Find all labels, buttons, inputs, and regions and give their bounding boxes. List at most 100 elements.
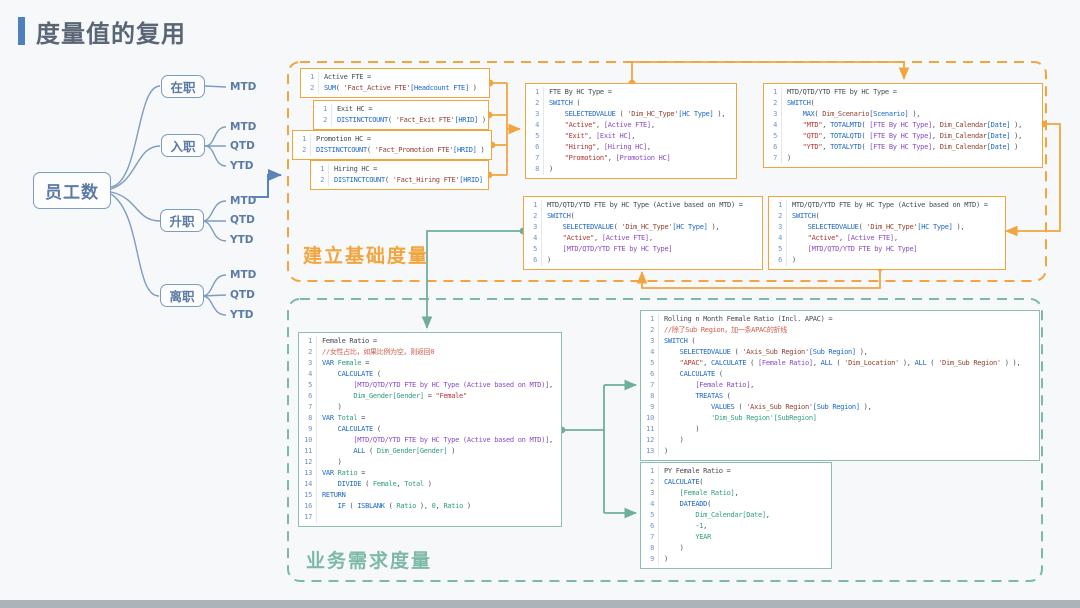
code-block-hiring-hc: 1Hiring HC =2DISTINCTCOUNT( 'Fact_Hiring… [310, 160, 489, 190]
code-line: 3VAR Female = [301, 358, 557, 369]
leaf-qtd: QTD [230, 289, 255, 301]
code-line: 4 "Active", [Active FTE], [528, 120, 732, 131]
code-line: 1Female Ratio = [301, 336, 557, 347]
code-line: 15RETURN [301, 490, 557, 501]
mindmap-branch-hiring: 入职 [161, 134, 205, 157]
code-line: 1FTE By HC Type = [528, 87, 732, 98]
code-line: 1MTD/QTD/YTD FTE by HC Type (Active base… [526, 200, 758, 211]
bottom-edge-bar [0, 600, 1080, 608]
mindmap-branch-exit: 离职 [160, 284, 204, 307]
code-line: 1Hiring HC = [313, 164, 484, 175]
code-line: 2//女性占比，如果比例为空，则返回0 [301, 347, 557, 358]
code-line: 5 "QTD", TOTALQTD( [FTE By HC Type], Dim… [766, 131, 1038, 142]
code-block-active-fte: 1Active FTE =2SUM( 'Fact_Active FTE'[Hea… [300, 68, 490, 98]
code-line: 2SWITCH( [526, 211, 758, 222]
code-block-fte-by-hc-type: 1FTE By HC Type =2SWITCH (3 SELECTEDVALU… [525, 83, 737, 179]
code-line: 8VAR Total = [301, 413, 557, 424]
code-line: 7 [Female Ratio], [643, 380, 1035, 391]
code-line: 1MTD/QTD/YTD FTE by HC Type (Active base… [771, 200, 1001, 211]
code-line: 3 SELECTEDVALUE ( 'Dim_HC_Type'[HC Type]… [528, 109, 732, 120]
code-line: 4 "Active", [Active FTE], [771, 233, 1001, 244]
code-line: 11 ) [643, 424, 1035, 435]
code-line: 8 ) [643, 543, 827, 554]
code-block-active-based-mtd-right: 1MTD/QTD/YTD FTE by HC Type (Active base… [768, 196, 1006, 270]
code-line: 6) [771, 255, 1001, 266]
code-line: 9) [643, 554, 827, 565]
code-line: 4 CALCULATE ( [301, 369, 557, 380]
code-line: 13VAR Ratio = [301, 468, 557, 479]
code-block-female-ratio: 1Female Ratio =2//女性占比，如果比例为空，则返回03VAR F… [298, 332, 562, 527]
code-line: 5 "Exit", [Exit HC], [528, 131, 732, 142]
code-line: 6) [526, 255, 758, 266]
code-line: 2CALCULATE( [643, 477, 827, 488]
code-line: 4 "MTD", TOTALMTD( [FTE By HC Type], Dim… [766, 120, 1038, 131]
leaf-ytd: YTD [230, 160, 253, 172]
code-line: 9 CALCULATE ( [301, 424, 557, 435]
code-line: 4 SELECTEDVALUE ( 'Axis_Sub Region'[Sub … [643, 347, 1035, 358]
code-line: 6 Dim_Gender[Gender] = "Female" [301, 391, 557, 402]
code-block-active-based-mtd-left: 1MTD/QTD/YTD FTE by HC Type (Active base… [523, 196, 763, 270]
code-line: 5 [MTD/QTD/YTD FTE by HC Type (Active ba… [301, 380, 557, 391]
code-line: 3 SELECTEDVALUE( 'Dim_HC_Type'[HC Type] … [771, 222, 1001, 233]
code-line: 5 [MTD/QTD/YTD FTE by HC Type] [771, 244, 1001, 255]
group-label-base-measures: 建立基础度量 [303, 241, 429, 268]
code-line: 2SWITCH( [766, 98, 1038, 109]
mindmap-branch-lines [111, 86, 226, 315]
code-line: 7 "Promotion", [Promotion HC] [528, 153, 732, 164]
code-line: 1Promotion HC = [295, 134, 487, 145]
code-line: 2DISTINCTCOUNT( 'Fact_Exit FTE'[HRID] ) [316, 115, 484, 126]
leaf-mtd: MTD [230, 269, 256, 281]
code-line: 1MTD/QTD/YTD FTE by HC Type = [766, 87, 1038, 98]
code-line: 3SWITCH ( [643, 336, 1035, 347]
code-line: 1Rolling n Month Female Ratio (Incl. APA… [643, 314, 1035, 325]
code-line: 5 "APAC", CALCULATE ( [Female Ratio], AL… [643, 358, 1035, 369]
mindmap-branch-active: 在职 [161, 75, 205, 98]
code-line: 14 DIVIDE ( Female, Total ) [301, 479, 557, 490]
code-line: 1PY Female Ratio = [643, 466, 827, 477]
leaf-ytd: YTD [230, 234, 253, 246]
code-line: 3 SELECTEDVALUE( 'Dim_HC_Type'[HC Type] … [526, 222, 758, 233]
code-block-exit-hc: 1Exit HC =2DISTINCTCOUNT( 'Fact_Exit FTE… [313, 100, 489, 130]
code-line: 11 ALL ( Dim_Gender[Gender] ) [301, 446, 557, 457]
code-line: 17 [301, 512, 557, 523]
leaf-qtd: QTD [230, 214, 255, 226]
mindmap-branch-promotion: 升职 [160, 209, 204, 232]
code-line: 2SWITCH( [771, 211, 1001, 222]
code-line: 10 'Dim_Sub Region'[SubRegion] [643, 413, 1035, 424]
code-line: 8 TREATAS ( [643, 391, 1035, 402]
slide: 度量值的复用 [0, 0, 1080, 608]
code-block-py-female-ratio: 1PY Female Ratio =2CALCULATE(3 [Female R… [640, 462, 832, 569]
code-line: 1Active FTE = [303, 72, 485, 83]
leaf-ytd: YTD [230, 309, 253, 321]
code-line: 2DISTINCTCOUNT( 'Fact_Hiring FTE'[HRID] … [313, 175, 484, 186]
code-line: 1Exit HC = [316, 104, 484, 115]
code-line: 3 [Female Ratio], [643, 488, 827, 499]
code-line: 7 YEAR [643, 532, 827, 543]
code-line: 7) [766, 153, 1038, 164]
code-line: 9 VALUES ( 'Axis_Sub Region'[Sub Region]… [643, 402, 1035, 413]
code-line: 10 [MTD/QTD/YTD FTE by HC Type (Active b… [301, 435, 557, 446]
code-line: 13) [643, 446, 1035, 457]
leaf-mtd: MTD [230, 81, 256, 93]
code-line: 2SWITCH ( [528, 98, 732, 109]
code-block-mtd-qtd-ytd: 1MTD/QTD/YTD FTE by HC Type =2SWITCH(3 M… [763, 83, 1043, 168]
group-label-business-measures: 业务需求度量 [306, 546, 432, 573]
mindmap-root: 员工数 [33, 172, 111, 209]
code-line: 6 CALCULATE ( [643, 369, 1035, 380]
leaf-mtd: MTD [230, 121, 256, 133]
code-line: 12 ) [643, 435, 1035, 446]
code-line: 7 ) [301, 402, 557, 413]
code-line: 5 Dim_Calendar[Date], [643, 510, 827, 521]
code-line: 12 ) [301, 457, 557, 468]
code-line: 6 -1, [643, 521, 827, 532]
code-line: 16 IF ( ISBLANK ( Ratio ), 0, Ratio ) [301, 501, 557, 512]
code-line: 2SUM( 'Fact_Active FTE'[Headcount FTE] ) [303, 83, 485, 94]
code-line: 2//除了Sub Region，加一条APAC的折线 [643, 325, 1035, 336]
code-line: 2DISTINCTCOUNT( 'Fact_Promotion FTE'[HRI… [295, 145, 487, 156]
leaf-mtd: MTD [230, 195, 256, 207]
code-line: 6 "YTD", TOTALYTD( [FTE By HC Type], Dim… [766, 142, 1038, 153]
code-block-promotion-hc: 1Promotion HC =2DISTINCTCOUNT( 'Fact_Pro… [292, 130, 492, 160]
leaf-qtd: QTD [230, 140, 255, 152]
code-line: 3 MAX( Dim_Scenario[Scenario] ), [766, 109, 1038, 120]
mindmap-to-base-arrow [252, 175, 281, 197]
